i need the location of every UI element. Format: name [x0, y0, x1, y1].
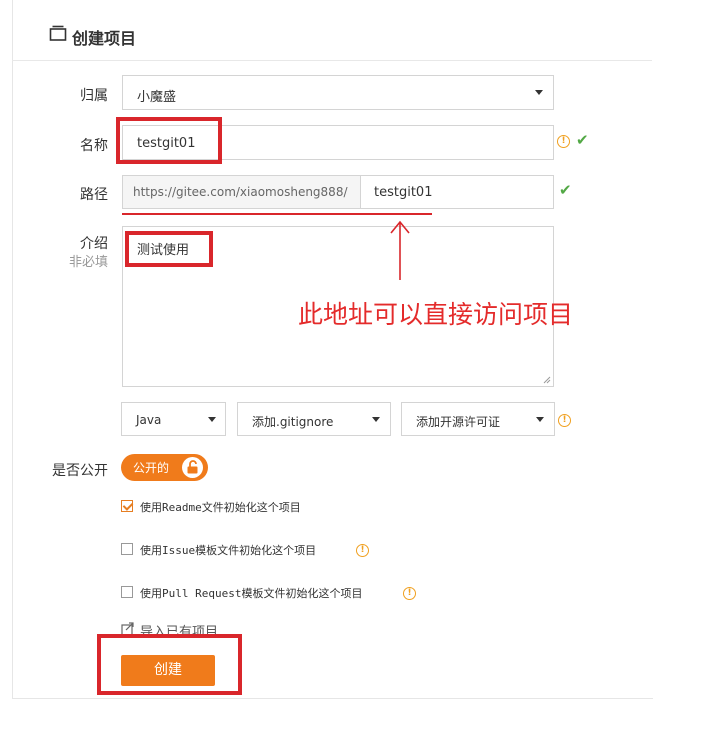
- annotation-box-name: [116, 117, 222, 164]
- path-input-value[interactable]: testgit01: [374, 185, 432, 200]
- info-icon[interactable]: !: [403, 587, 416, 600]
- issue-template-option-label: 使用Issue模板文件初始化这个项目: [140, 544, 317, 557]
- panel-header: 创建项目: [12, 10, 652, 61]
- annotation-underline: [122, 213, 432, 215]
- license-select-value: 添加开源许可证: [416, 415, 501, 429]
- repository-icon: [49, 25, 67, 41]
- toggle-knob: [182, 457, 203, 478]
- check-icon: ✔: [559, 181, 572, 199]
- check-icon: ✔: [576, 131, 589, 149]
- info-icon[interactable]: !: [558, 414, 571, 427]
- pr-template-option-label: 使用Pull Request模板文件初始化这个项目: [140, 587, 363, 600]
- readme-checkbox[interactable]: [121, 500, 133, 512]
- language-select-value: Java: [136, 413, 162, 427]
- annotation-box-intro: [125, 231, 213, 267]
- visibility-toggle[interactable]: 公开的: [121, 454, 208, 481]
- readme-option-label: 使用Readme文件初始化这个项目: [140, 501, 301, 514]
- intro-label: 介绍: [80, 236, 108, 252]
- path-prefix-text: https://gitee.com/xiaomosheng888/: [133, 185, 348, 199]
- resize-handle-icon[interactable]: [543, 376, 551, 384]
- chevron-down-icon: [208, 417, 216, 422]
- chevron-down-icon: [535, 90, 543, 95]
- annotation-box-create: [97, 634, 242, 695]
- page-title: 创建项目: [72, 29, 137, 48]
- gitignore-select[interactable]: 添加.gitignore: [237, 402, 391, 436]
- pr-template-option[interactable]: 使用Pull Request模板文件初始化这个项目: [121, 584, 481, 602]
- pr-template-checkbox[interactable]: [121, 586, 133, 598]
- name-label: 名称: [80, 138, 108, 154]
- path-field: https://gitee.com/xiaomosheng888/ testgi…: [122, 175, 554, 209]
- readme-option[interactable]: 使用Readme文件初始化这个项目: [121, 498, 481, 516]
- owner-select-value: 小魔盛: [137, 90, 177, 105]
- annotation-text: 此地址可以直接访问项目: [298, 300, 574, 329]
- info-icon[interactable]: !: [557, 135, 570, 148]
- gitignore-select-value: 添加.gitignore: [252, 415, 334, 429]
- path-label: 路径: [80, 187, 108, 203]
- visibility-toggle-label: 公开的: [133, 461, 170, 475]
- info-icon[interactable]: !: [356, 544, 369, 557]
- chevron-down-icon: [536, 417, 544, 422]
- issue-template-checkbox[interactable]: [121, 543, 133, 555]
- path-prefix: https://gitee.com/xiaomosheng888/: [123, 176, 361, 208]
- intro-optional-label: 非必填: [68, 255, 108, 270]
- owner-label: 归属: [80, 88, 108, 104]
- language-select[interactable]: Java: [121, 402, 226, 436]
- license-select[interactable]: 添加开源许可证: [401, 402, 555, 436]
- visibility-label: 是否公开: [52, 463, 108, 479]
- annotation-arrow-icon: [390, 220, 410, 280]
- owner-select[interactable]: 小魔盛: [122, 75, 554, 110]
- unlock-icon: [187, 460, 198, 474]
- issue-template-option[interactable]: 使用Issue模板文件初始化这个项目: [121, 541, 481, 559]
- chevron-down-icon: [372, 417, 380, 422]
